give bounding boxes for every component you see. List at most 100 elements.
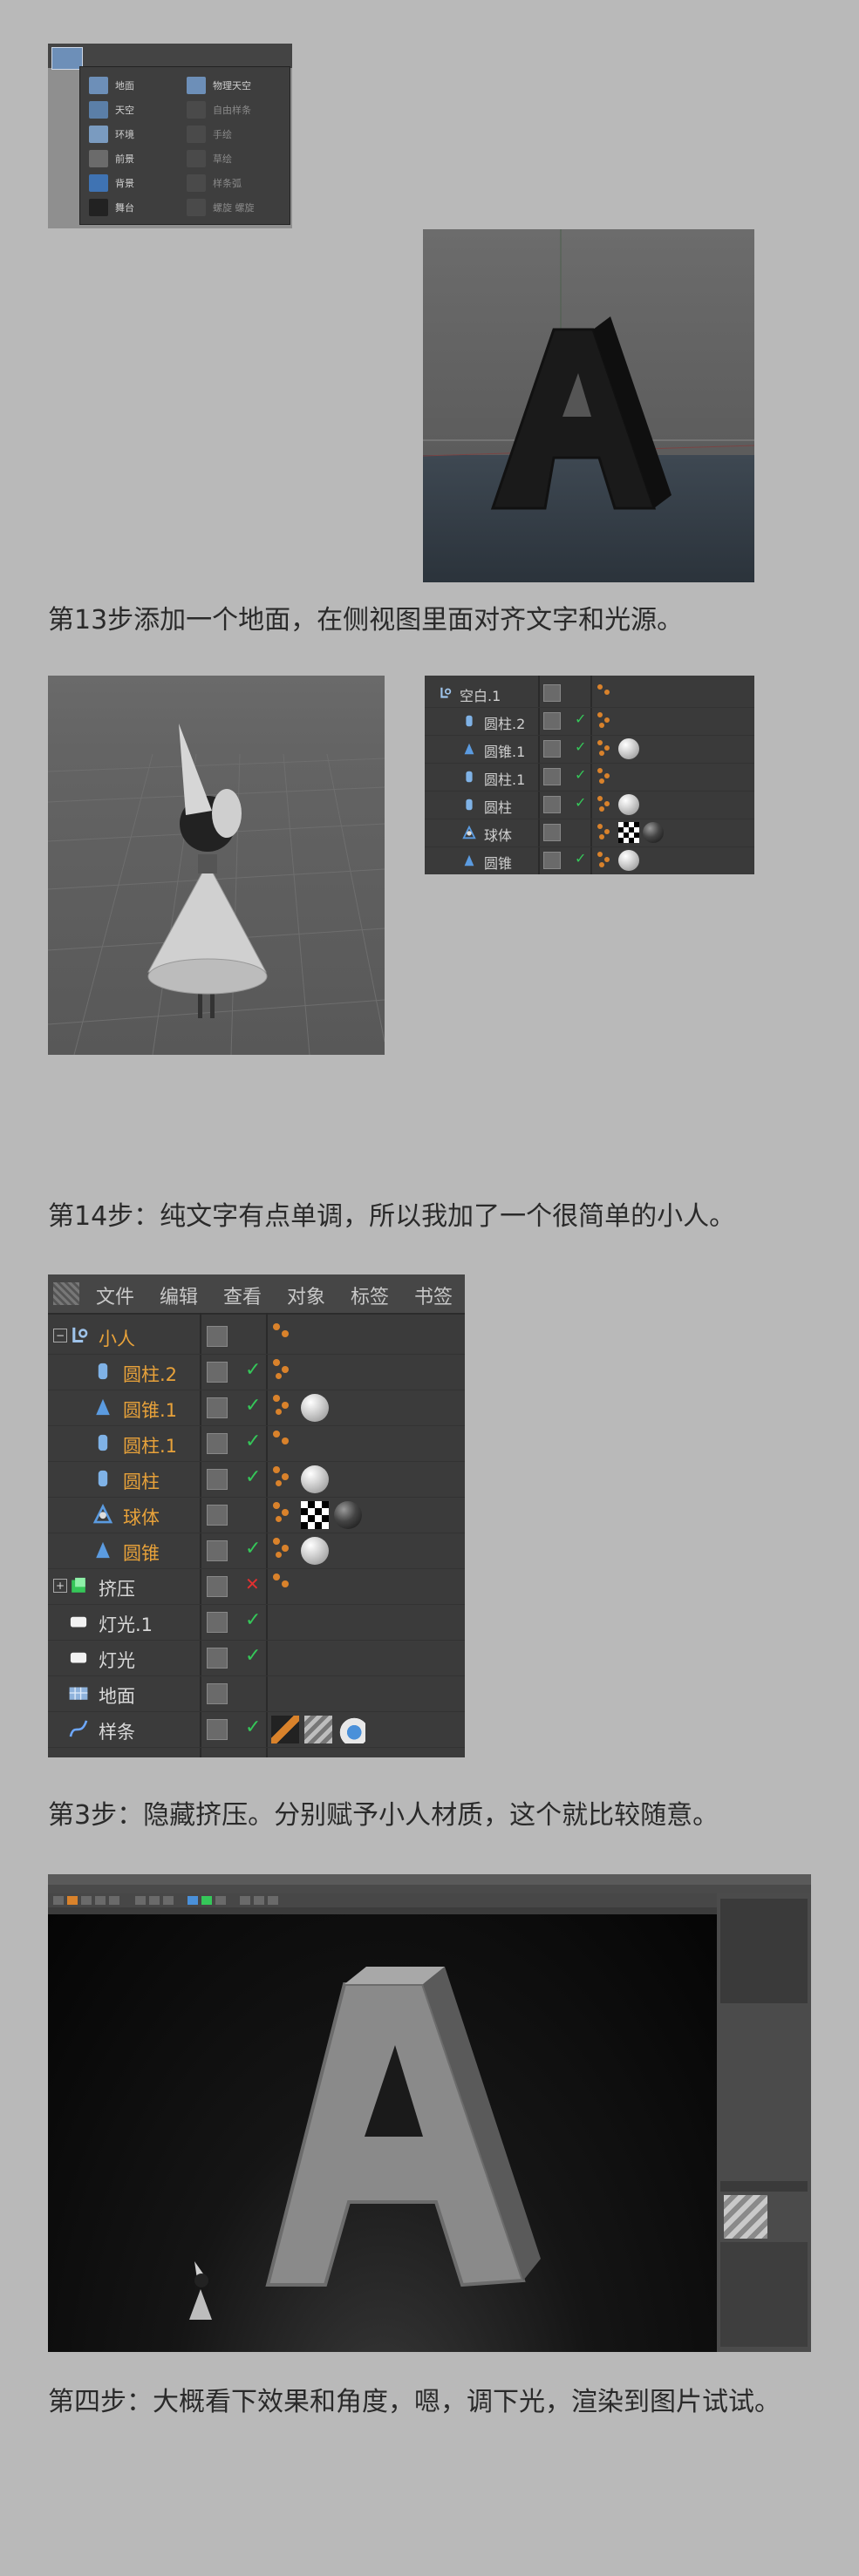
object-name[interactable]: 灯光.1 [99,1611,153,1637]
object-name[interactable]: 圆柱.2 [484,712,525,733]
enabled-check-icon[interactable]: ✓ [245,1395,261,1417]
menu-item-left-1[interactable]: 天空 [89,99,134,121]
material-tag-icon[interactable] [618,738,639,759]
enabled-check-icon[interactable]: ✓ [245,1431,261,1452]
object-row[interactable]: 圆锥.1 ✓ [48,1390,465,1426]
disabled-cross-icon[interactable]: ✕ [245,1573,260,1594]
material-tag-icon[interactable] [301,1394,329,1422]
menu-item-left-2[interactable]: 环境 [89,123,134,146]
layer-visibility-icon[interactable] [207,1505,228,1526]
checker-material-icon[interactable] [301,1501,329,1529]
enabled-check-icon[interactable]: ✓ [245,1538,261,1560]
object-row[interactable]: − 小人 [48,1318,465,1355]
object-row[interactable]: 圆锥.1 ✓ [425,735,754,764]
layer-visibility-icon[interactable] [207,1362,228,1383]
layer-visibility-icon[interactable] [207,1433,228,1454]
menu-item-left-4[interactable]: 背景 [89,172,134,194]
object-name[interactable]: 圆锥.1 [123,1397,177,1423]
object-row[interactable]: 空白.1 [425,679,754,708]
object-row[interactable]: 灯光.1 ✓ [48,1604,465,1641]
menu-tag[interactable]: 标签 [351,1281,389,1309]
layer-visibility-icon[interactable] [543,796,561,813]
object-row[interactable]: + 挤压 ✕ [48,1568,465,1605]
menu-file[interactable]: 文件 [96,1281,134,1309]
enabled-check-icon[interactable]: ✓ [575,794,586,811]
object-name[interactable]: 圆柱 [484,796,512,817]
enabled-check-icon[interactable]: ✓ [245,1359,261,1381]
render-tag-icon[interactable] [271,1716,299,1743]
object-name[interactable]: 圆锥.1 [484,740,525,761]
menu-object[interactable]: 对象 [287,1281,325,1309]
layer-visibility-icon[interactable] [207,1612,228,1633]
dark-material-icon[interactable] [643,822,664,843]
layer-visibility-icon[interactable] [543,824,561,841]
menu-view[interactable]: 查看 [223,1281,262,1309]
object-row[interactable]: 样条 ✓ [48,1711,465,1748]
object-name[interactable]: 样条 [99,1718,135,1744]
expand-toggle-icon[interactable]: − [53,1329,67,1342]
object-name[interactable]: 小人 [99,1325,135,1351]
layer-visibility-icon[interactable] [543,712,561,730]
object-name[interactable]: 地面 [99,1682,135,1709]
menu-edit[interactable]: 编辑 [160,1281,198,1309]
object-row[interactable]: 圆锥 ✓ [48,1533,465,1569]
object-name[interactable]: 圆柱 [123,1468,160,1494]
layer-visibility-icon[interactable] [207,1469,228,1490]
object-row[interactable]: 圆柱 ✓ [425,791,754,819]
layer-visibility-icon[interactable] [207,1576,228,1597]
menu-item-left-0[interactable]: 地面 [89,74,134,97]
material-tag-icon[interactable] [618,794,639,815]
menu-item-right-5[interactable]: 螺旋 螺旋 [187,196,255,219]
layer-visibility-icon[interactable] [207,1397,228,1418]
object-row[interactable]: 地面 [48,1675,465,1712]
floor-menu-button[interactable] [51,47,83,70]
object-name[interactable]: 圆锥 [123,1539,160,1566]
object-name[interactable]: 球体 [484,824,512,845]
enabled-check-icon[interactable]: ✓ [245,1609,261,1631]
object-name[interactable]: 圆锥 [484,852,512,873]
render-viewport[interactable] [48,1914,717,2352]
enabled-check-icon[interactable]: ✓ [575,766,586,783]
object-name[interactable]: 挤压 [99,1575,135,1601]
object-row[interactable]: 圆锥 ✓ [425,846,754,874]
object-row[interactable]: 灯光 ✓ [48,1640,465,1676]
layer-visibility-icon[interactable] [207,1683,228,1704]
menu-item-right-0[interactable]: 物理天空 [187,74,251,97]
object-name[interactable]: 圆柱.1 [123,1432,177,1458]
enabled-check-icon[interactable]: ✓ [245,1645,261,1667]
expand-toggle-icon[interactable]: + [53,1579,67,1593]
menu-item-right-4[interactable]: 样条弧 [187,172,242,194]
layer-visibility-icon[interactable] [543,768,561,785]
layer-visibility-icon[interactable] [207,1719,228,1740]
material-preview[interactable] [724,2195,767,2239]
python-tag-icon[interactable] [337,1716,365,1743]
layer-visibility-icon[interactable] [207,1540,228,1561]
material-tag-icon[interactable] [618,850,639,871]
menu-bookmark[interactable]: 书签 [414,1281,453,1309]
layer-visibility-icon[interactable] [207,1648,228,1669]
hatch-material-icon[interactable] [304,1716,332,1743]
layer-visibility-icon[interactable] [543,740,561,758]
layer-visibility-icon[interactable] [207,1326,228,1347]
object-row[interactable]: 圆柱.2 ✓ [425,707,754,736]
object-name[interactable]: 灯光 [99,1647,135,1673]
object-row[interactable]: 圆柱.1 ✓ [48,1425,465,1462]
enabled-check-icon[interactable]: ✓ [575,850,586,867]
layer-visibility-icon[interactable] [543,684,561,702]
object-name[interactable]: 球体 [123,1504,160,1530]
object-row[interactable]: 球体 [48,1497,465,1533]
object-row[interactable]: 圆柱.2 ✓ [48,1354,465,1390]
menu-item-right-2[interactable]: 手绘 [187,123,232,146]
object-row[interactable]: 球体 [425,819,754,847]
object-row[interactable]: 圆柱 ✓ [48,1461,465,1498]
material-tag-icon[interactable] [301,1465,329,1493]
object-name[interactable]: 圆柱.1 [484,768,525,789]
menu-item-left-3[interactable]: 前景 [89,147,134,170]
checker-material-icon[interactable] [618,822,639,843]
object-name[interactable]: 圆柱.2 [123,1361,177,1387]
menu-item-left-5[interactable]: 舞台 [89,196,134,219]
menu-item-right-3[interactable]: 草绘 [187,147,232,170]
enabled-check-icon[interactable]: ✓ [245,1716,261,1738]
layer-visibility-icon[interactable] [543,852,561,869]
enabled-check-icon[interactable]: ✓ [575,738,586,755]
